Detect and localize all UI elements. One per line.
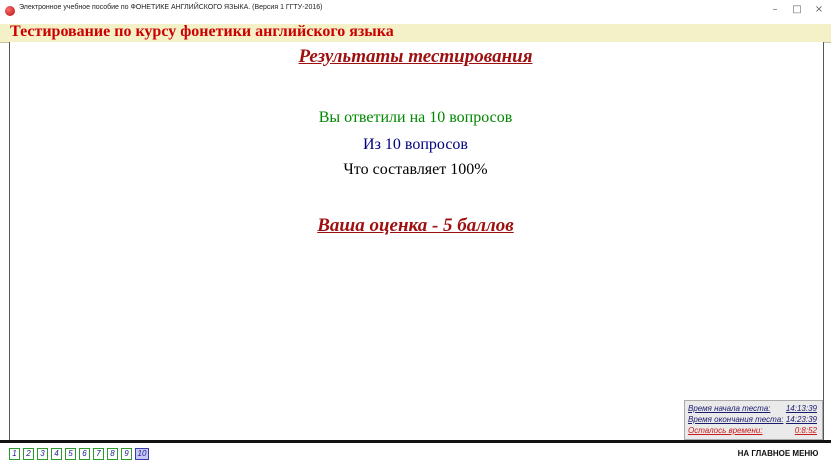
page-title: Тестирование по курсу фонетики английско…: [10, 23, 394, 40]
remaining-time-row: Осталось времени: 0:8:52: [688, 426, 819, 436]
end-time-value: 14:23:39: [785, 415, 817, 424]
question-button-10[interactable]: 10: [135, 448, 149, 460]
end-time-label: Время окончания теста:: [688, 415, 784, 424]
question-button-9[interactable]: 9: [121, 448, 132, 460]
close-button[interactable]: ×: [809, 3, 829, 17]
end-time-row: Время окончания теста: 14:23:39: [688, 415, 819, 425]
remaining-time-label: Осталось времени:: [688, 426, 763, 435]
percent-text: Что составляет 100%: [343, 161, 488, 178]
answered-count-text: Вы ответили на 10 вопросов: [318, 109, 513, 126]
total-questions-text: Из 10 вопросов: [363, 136, 468, 153]
content-frame: [9, 42, 824, 440]
maximize-button[interactable]: □: [787, 3, 807, 17]
question-button-1[interactable]: 1: [9, 448, 20, 460]
app-icon: [5, 6, 15, 16]
question-button-7[interactable]: 7: [93, 448, 104, 460]
header-bar: Тестирование по курсу фонетики английско…: [0, 23, 831, 43]
question-button-8[interactable]: 8: [107, 448, 118, 460]
question-button-3[interactable]: 3: [37, 448, 48, 460]
window-titlebar: Электронное учебное пособие по ФОНЕТИКЕ …: [0, 0, 831, 22]
main-menu-button[interactable]: НА ГЛАВНОЕ МЕНЮ: [728, 446, 828, 461]
question-button-5[interactable]: 5: [65, 448, 76, 460]
question-button-6[interactable]: 6: [79, 448, 90, 460]
bottom-divider: [0, 440, 831, 443]
time-info-panel: Время начала теста: 14:13:39 Время оконч…: [684, 400, 823, 440]
start-time-row: Время начала теста: 14:13:39: [688, 404, 819, 414]
question-button-4[interactable]: 4: [51, 448, 62, 460]
start-time-label: Время начала теста:: [688, 404, 771, 413]
remaining-time-value: 0:8:52: [794, 426, 817, 435]
window-title: Электронное учебное пособие по ФОНЕТИКЕ …: [19, 4, 323, 11]
grade-text: Ваша оценка - 5 баллов: [317, 215, 514, 236]
minimize-button[interactable]: –: [765, 3, 785, 17]
start-time-value: 14:13:39: [785, 404, 817, 413]
question-button-2[interactable]: 2: [23, 448, 34, 460]
results-heading: Результаты тестирования: [298, 46, 533, 67]
